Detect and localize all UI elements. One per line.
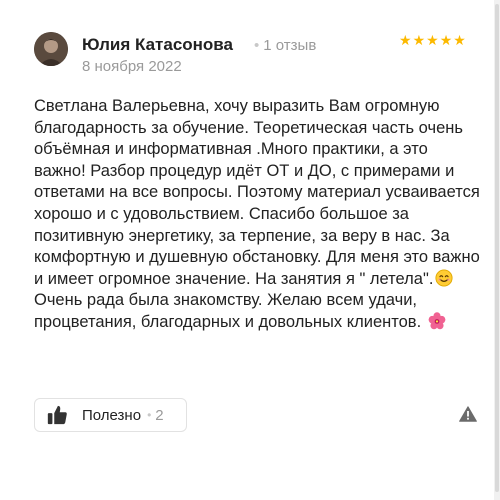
avatar[interactable] [34, 32, 68, 66]
review-count-text[interactable]: 1 отзыв [263, 37, 316, 54]
review-text: Светлана Валерьевна, хочу выразить Вам о… [34, 96, 480, 334]
scrollbar[interactable] [494, 0, 500, 500]
smiling-face-emoji-icon [435, 269, 453, 287]
hibiscus-flower-emoji-icon [428, 312, 446, 330]
review-text-part1: Светлана Валерьевна, хочу выразить Вам о… [34, 97, 485, 288]
separator-dot: • [254, 37, 260, 54]
rating-stars: ★ ★ ★ ★ ★ [399, 33, 466, 47]
useful-label: Полезно [82, 406, 142, 424]
scrollbar-thumb[interactable] [495, 4, 499, 492]
author-name[interactable]: Юлия Катасонова [82, 35, 233, 55]
separator-dot: • [147, 408, 152, 422]
review-date: 8 ноября 2022 [82, 58, 182, 75]
warning-triangle-icon[interactable] [459, 406, 477, 422]
star-icon: ★ [426, 32, 439, 48]
useful-count: 2 [155, 406, 164, 424]
review-card: Юлия Катасонова • 1 отзыв 8 ноября 2022 ★… [0, 0, 500, 500]
star-icon: ★ [439, 32, 453, 48]
avatar-photo [34, 32, 68, 66]
star-icon: ★ [453, 32, 466, 48]
star-icon: ★ [399, 32, 412, 48]
author-review-count[interactable]: • 1 отзыв [254, 37, 316, 54]
star-icon: ★ [412, 32, 426, 48]
useful-button[interactable]: Полезно • 2 [34, 398, 187, 432]
thumbs-up-icon [47, 405, 67, 425]
